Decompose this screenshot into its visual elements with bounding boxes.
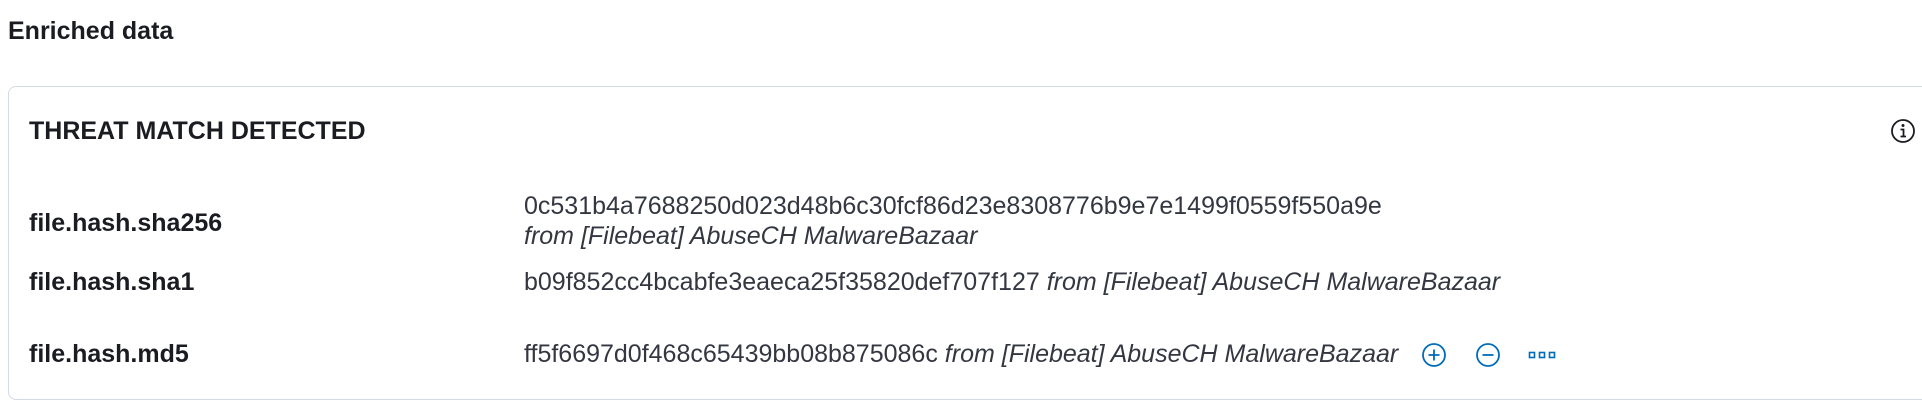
section-title: Enriched data: [8, 17, 174, 45]
field-source: from [Filebeat] AbuseCH MalwareBazaar: [524, 222, 978, 250]
field-name: file.hash.sha1: [29, 268, 195, 296]
field-value-block: 0c531b4a7688250d023d48b6c30fcf86d23e8308…: [524, 191, 1382, 251]
boxes-horizontal-icon: [1528, 352, 1556, 359]
field-value: ff5f6697d0f468c65439bb08b875086c: [524, 340, 938, 368]
minus-in-circle-icon: [1476, 343, 1501, 368]
filter-in-button[interactable]: [1419, 340, 1449, 370]
field-source: from [Filebeat] AbuseCH MalwareBazaar: [1046, 268, 1501, 296]
field-value-block: b09f852cc4bcabfe3eaeca25f35820def707f127…: [524, 267, 1500, 297]
field-name: file.hash.sha256: [29, 209, 223, 237]
threat-match-panel: THREAT MATCH DETECTED file.hash.sha256 0…: [8, 86, 1922, 400]
plus-in-circle-icon: [1422, 343, 1447, 368]
field-name: file.hash.md5: [29, 340, 189, 368]
hover-actions: [1419, 340, 1581, 370]
field-value-block: ff5f6697d0f468c65439bb08b875086c from [F…: [524, 339, 1581, 370]
more-actions-button[interactable]: [1527, 340, 1557, 370]
field-source: from [Filebeat] AbuseCH MalwareBazaar: [944, 340, 1399, 368]
enriched-data-section: Enriched data THREAT MATCH DETECTED file…: [0, 0, 1922, 405]
filter-out-button[interactable]: [1473, 340, 1503, 370]
panel-title: THREAT MATCH DETECTED: [29, 117, 366, 145]
field-value: 0c531b4a7688250d023d48b6c30fcf86d23e8308…: [524, 192, 1382, 220]
field-value: b09f852cc4bcabfe3eaeca25f35820def707f127: [524, 268, 1040, 296]
info-icon[interactable]: [1889, 117, 1917, 145]
